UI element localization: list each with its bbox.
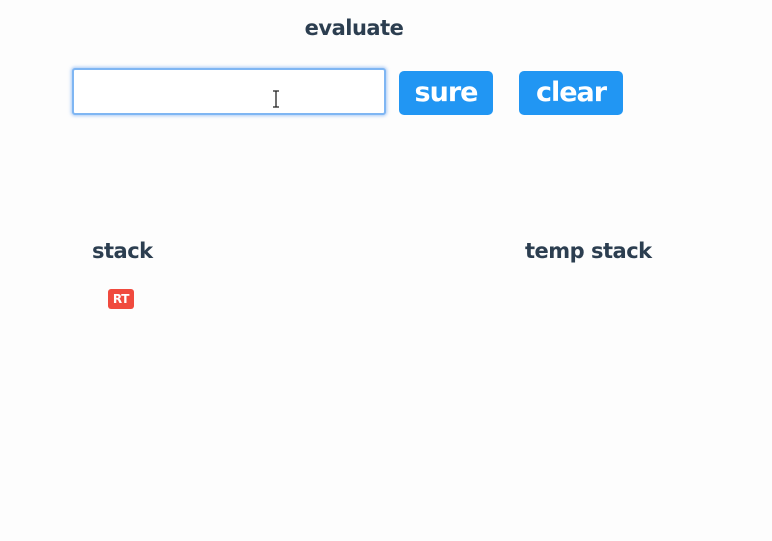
sure-button[interactable]: sure	[399, 71, 493, 115]
expression-input[interactable]	[72, 68, 386, 115]
page-title: evaluate	[304, 16, 404, 40]
stack-item-badge: RT	[108, 289, 134, 309]
temp-stack-label: temp stack	[525, 239, 652, 263]
clear-button[interactable]: clear	[519, 71, 623, 115]
stack-label: stack	[92, 239, 153, 263]
